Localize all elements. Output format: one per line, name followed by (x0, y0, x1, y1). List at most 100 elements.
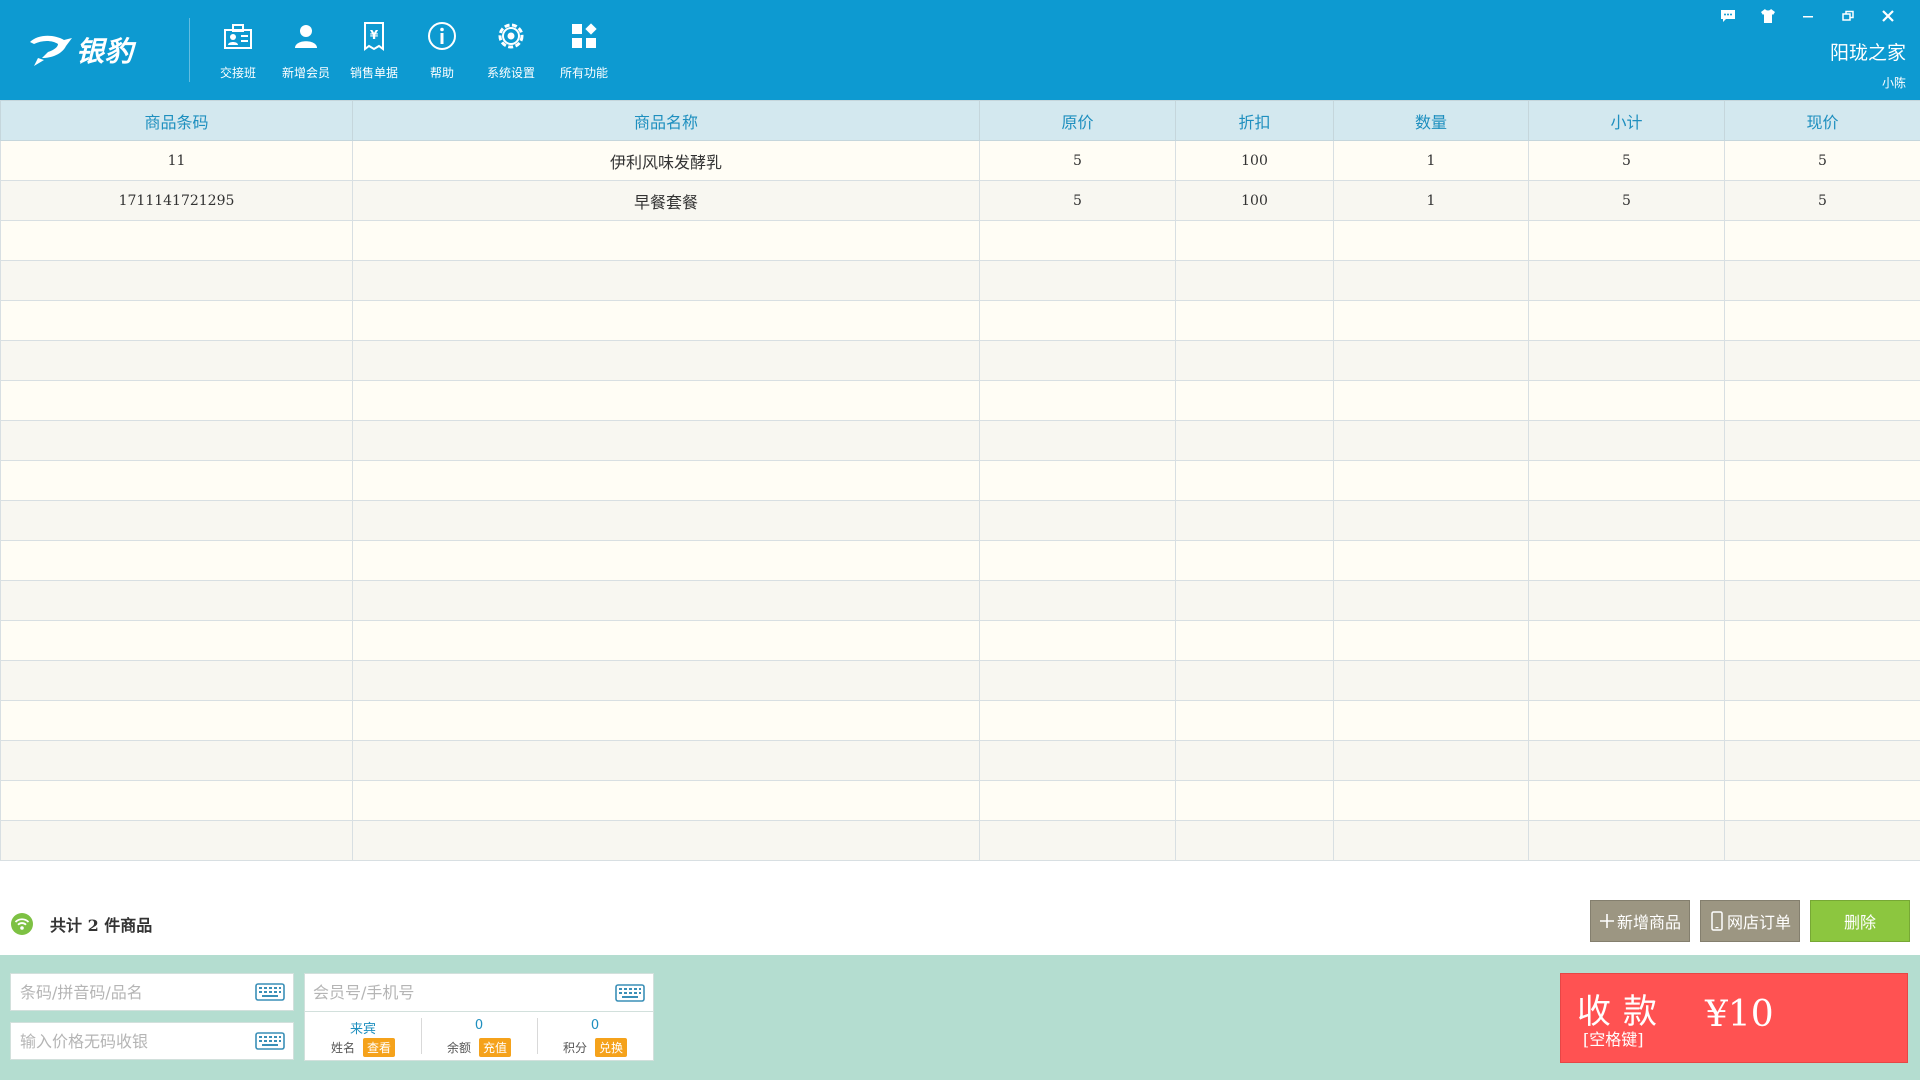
keyboard-icon[interactable] (615, 983, 645, 1003)
price-input[interactable] (11, 1023, 293, 1059)
column-header-barcode[interactable]: 商品条码 (0, 100, 353, 141)
empty-cell (0, 540, 353, 581)
empty-cell (1175, 500, 1334, 541)
empty-cell (979, 580, 1176, 621)
column-header-current-price[interactable]: 现价 (1724, 100, 1920, 141)
wifi-status-icon (11, 913, 33, 935)
skin-button[interactable] (1748, 4, 1788, 28)
empty-cell (1333, 740, 1529, 781)
empty-cell (1333, 780, 1529, 821)
keyboard-icon[interactable] (255, 1031, 285, 1051)
close-button[interactable] (1868, 4, 1908, 28)
empty-cell (1175, 300, 1334, 341)
cell-name: 早餐套餐 (352, 180, 980, 221)
empty-cell (1724, 260, 1920, 301)
member-name-stat: 来宾 姓名 查看 (305, 1014, 421, 1060)
empty-cell (352, 660, 980, 701)
settings-icon (498, 23, 524, 49)
member-points-label: 积分 (562, 1040, 587, 1055)
empty-cell (979, 380, 1176, 421)
empty-cell (352, 740, 980, 781)
cell-discount: 100 (1175, 140, 1334, 181)
empty-cell (352, 220, 980, 261)
cell-original-price: 5 (979, 180, 1176, 221)
keyboard-icon[interactable] (255, 982, 285, 1002)
member-stats: 来宾 姓名 查看 0 余额 充值 0 积分 兑换 (305, 1014, 653, 1060)
help-icon (428, 22, 456, 50)
all-functions-icon (572, 23, 597, 48)
empty-table-row (0, 700, 1920, 741)
minimize-button[interactable] (1788, 4, 1828, 28)
empty-cell (979, 740, 1176, 781)
checkout-button[interactable]: 收款 [空格键] ¥10 (1560, 973, 1908, 1063)
empty-cell (1528, 260, 1725, 301)
table-row[interactable]: 11 伊利风味发酵乳 5 100 1 5 5 (0, 140, 1920, 181)
add-product-button[interactable]: 新增商品 (1590, 900, 1690, 942)
column-header-discount[interactable]: 折扣 (1175, 100, 1334, 141)
column-header-subtotal[interactable]: 小计 (1528, 100, 1725, 141)
empty-cell (0, 260, 353, 301)
empty-table-row (0, 340, 1920, 381)
restore-button[interactable] (1828, 4, 1868, 28)
empty-cell (979, 260, 1176, 301)
column-header-original-price[interactable]: 原价 (979, 100, 1176, 141)
empty-cell (1724, 660, 1920, 701)
nav-all-functions[interactable]: 所有功能 (546, 18, 622, 86)
empty-table-row (0, 500, 1920, 541)
empty-cell (1528, 620, 1725, 661)
empty-cell (1333, 420, 1529, 461)
member-input[interactable] (305, 974, 653, 1011)
empty-cell (1724, 820, 1920, 861)
recharge-button[interactable]: 充值 (479, 1037, 512, 1057)
empty-table-row (0, 260, 1920, 301)
header-divider (189, 18, 190, 82)
cell-subtotal: 5 (1528, 180, 1725, 221)
member-balance-value: 0 (474, 1017, 484, 1033)
column-header-quantity[interactable]: 数量 (1333, 100, 1529, 141)
nav-shift-handover[interactable]: 交接班 (204, 18, 272, 86)
empty-cell (1175, 260, 1334, 301)
empty-cell (1528, 660, 1725, 701)
cell-current-price: 5 (1724, 140, 1920, 181)
nav-label: 新增会员 (281, 66, 330, 80)
online-order-button[interactable]: 网店订单 (1700, 900, 1800, 942)
empty-cell (1724, 300, 1920, 341)
cell-quantity: 1 (1333, 140, 1529, 181)
view-member-button[interactable]: 查看 (363, 1037, 396, 1057)
empty-table-row (0, 820, 1920, 861)
nav-sales-receipt[interactable]: ¥ 销售单据 (340, 18, 408, 86)
empty-cell (0, 620, 353, 661)
leopard-logo-icon (30, 35, 72, 66)
search-input[interactable] (11, 974, 293, 1010)
empty-cell (1175, 220, 1334, 261)
item-count-text: 共计 2 件商品 (50, 916, 153, 935)
empty-cell (1333, 300, 1529, 341)
add-member-icon (295, 25, 317, 48)
empty-table-row (0, 220, 1920, 261)
message-button[interactable] (1708, 4, 1748, 28)
empty-cell (1175, 740, 1334, 781)
empty-cell (1333, 460, 1529, 501)
redeem-button[interactable]: 兑换 (595, 1037, 628, 1057)
empty-cell (979, 420, 1176, 461)
empty-cell (979, 460, 1176, 501)
nav-add-member[interactable]: 新增会员 (272, 18, 340, 86)
nav-label: 销售单据 (349, 66, 398, 80)
nav-help[interactable]: 帮助 (408, 18, 476, 86)
empty-cell (979, 220, 1176, 261)
table-row[interactable]: 1711141721295 早餐套餐 5 100 1 5 5 (0, 180, 1920, 221)
cell-current-price: 5 (1724, 180, 1920, 221)
nav-settings[interactable]: 系统设置 (476, 18, 546, 86)
empty-cell (979, 820, 1176, 861)
delete-label: 删除 (1843, 913, 1876, 932)
empty-cell (1333, 500, 1529, 541)
empty-cell (1333, 220, 1529, 261)
member-name-value: 来宾 (349, 1021, 376, 1037)
empty-cell (0, 500, 353, 541)
delete-button[interactable]: 删除 (1810, 900, 1910, 942)
shift-handover-icon (224, 24, 252, 49)
empty-cell (1724, 700, 1920, 741)
empty-cell (352, 380, 980, 421)
column-header-name[interactable]: 商品名称 (352, 100, 980, 141)
cell-name: 伊利风味发酵乳 (352, 140, 980, 181)
